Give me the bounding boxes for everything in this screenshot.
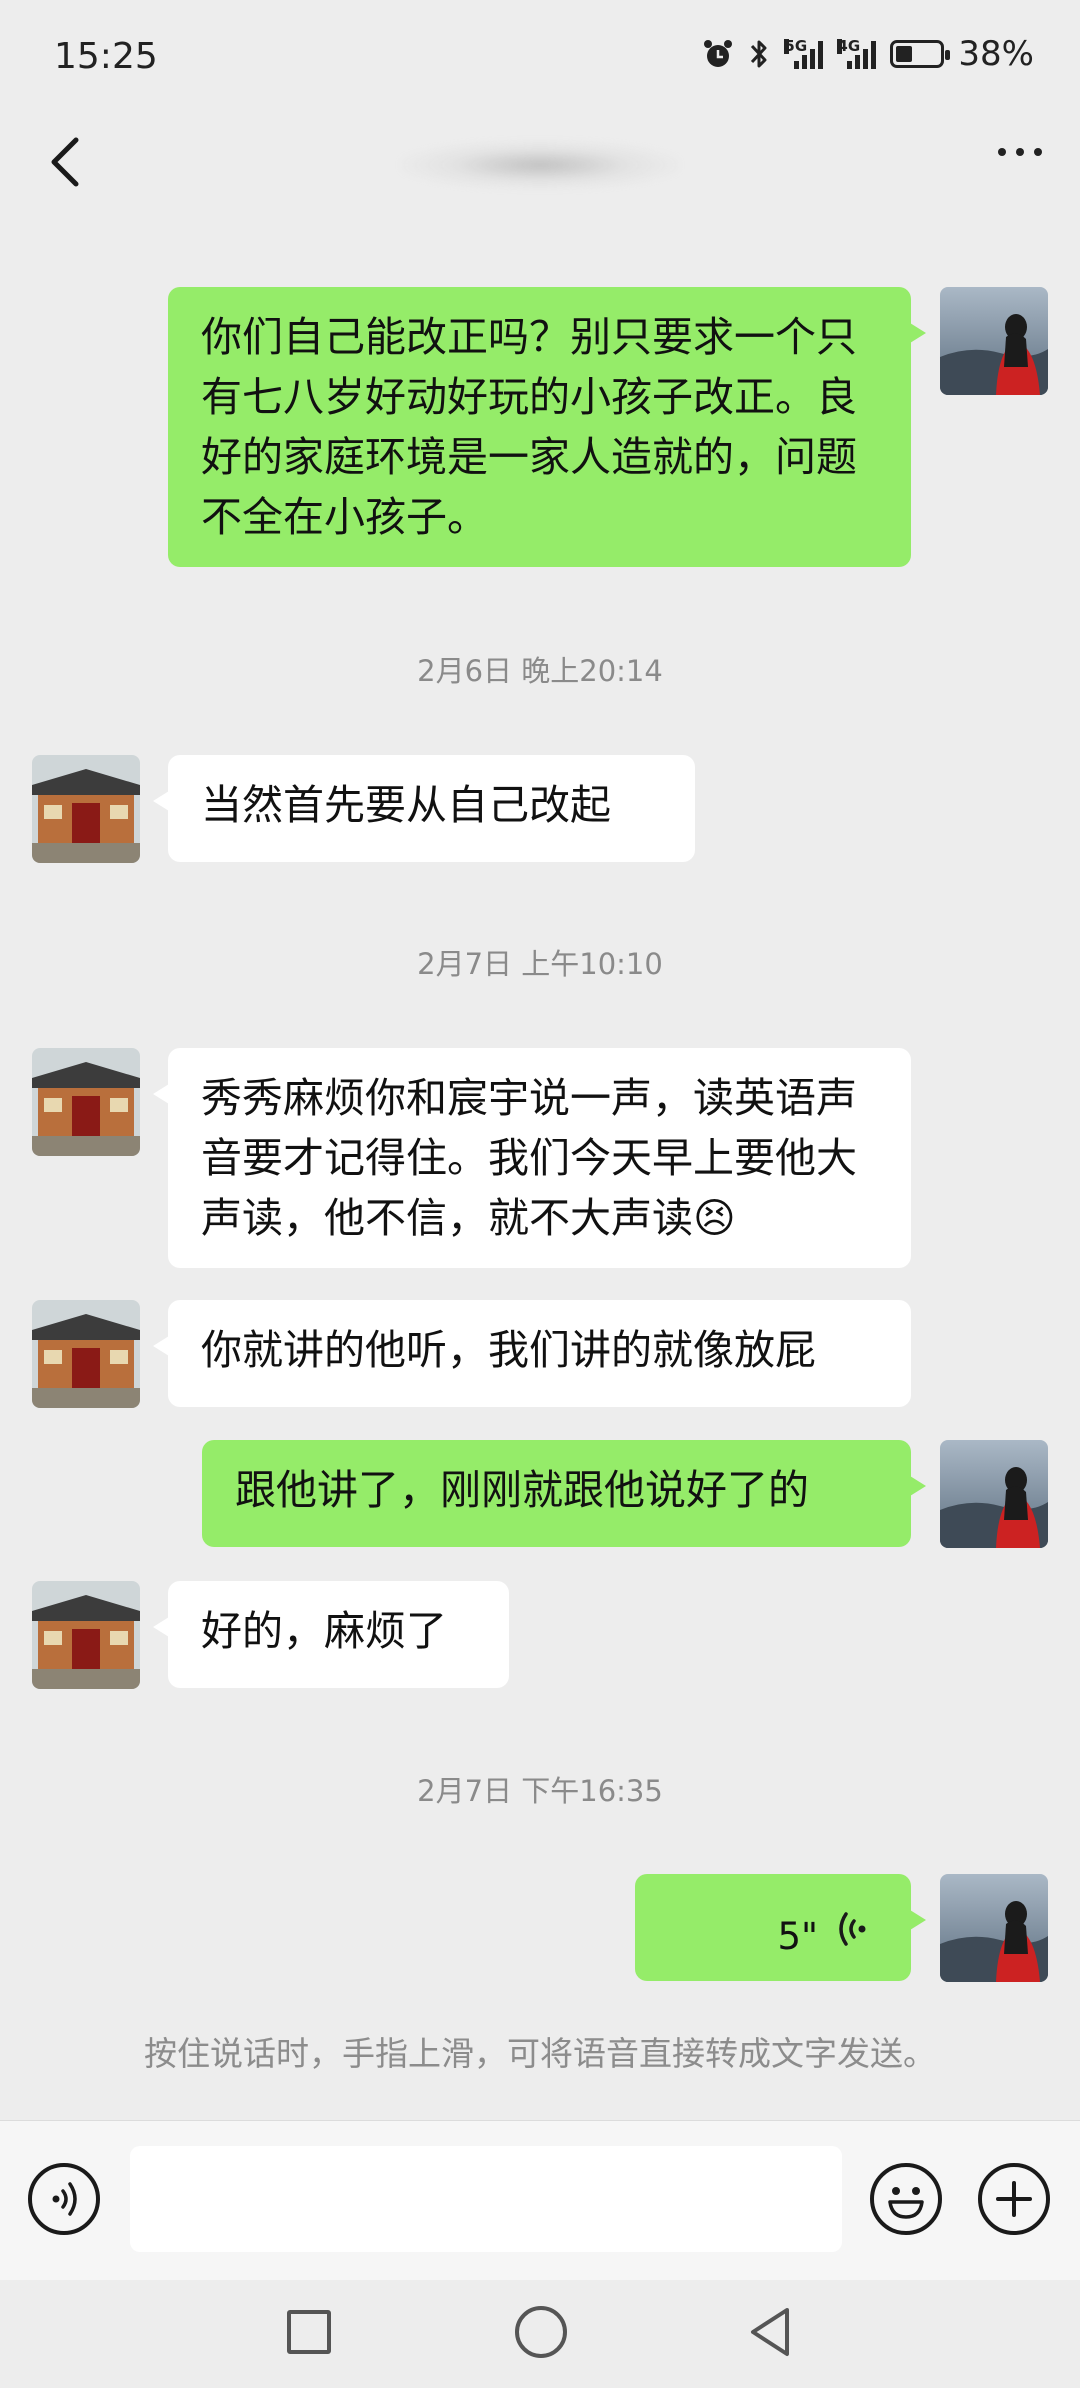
contact-avatar[interactable] xyxy=(32,1300,140,1408)
voice-message-bubble[interactable]: 5" xyxy=(635,1874,926,1981)
message-bubble-other[interactable]: 当然首先要从自己改起 xyxy=(153,755,695,862)
message-text: 秀秀麻烦你和宸宇说一声，读英语声音要才记得住。我们今天早上要他大声读，他不信，就… xyxy=(201,1074,857,1242)
chevron-left-icon[interactable] xyxy=(40,132,90,192)
voice-hint-text: 按住说话时，手指上滑，可将语音直接转成文字发送。 xyxy=(144,2034,936,2073)
signal-icon-4g: 4G xyxy=(837,37,877,69)
input-bar xyxy=(0,2120,1080,2281)
my-avatar[interactable] xyxy=(940,1874,1048,1982)
more-dots-icon[interactable] xyxy=(998,148,1042,156)
status-time: 15:25 xyxy=(54,36,158,77)
chat-header xyxy=(0,110,1080,215)
chat-messages[interactable]: 你们自己能改正吗？别只要求一个只有七八岁好动好玩的小孩子改正。良好的家庭环境是一… xyxy=(0,215,1080,2115)
message-bubble-other[interactable]: 好的，麻烦了 xyxy=(153,1581,509,1688)
battery-icon xyxy=(890,40,951,68)
home-icon[interactable] xyxy=(515,2306,567,2358)
system-nav-bar xyxy=(0,2280,1080,2388)
alarm-icon xyxy=(704,40,733,67)
message-timestamp: 2月6日 晚上20:14 xyxy=(417,654,663,688)
voice-duration: 5" xyxy=(777,1915,818,1958)
message-bubble-me[interactable]: 跟他讲了，刚刚就跟他说好了的 xyxy=(202,1440,926,1547)
message-bubble-other[interactable]: 你就讲的他听，我们讲的就像放屁 xyxy=(153,1300,911,1407)
message-bubble-other[interactable]: 秀秀麻烦你和宸宇说一声，读英语声音要才记得住。我们今天早上要他大声读，他不信，就… xyxy=(153,1048,911,1268)
message-timestamp: 2月7日 下午16:35 xyxy=(417,1774,663,1808)
voice-mode-icon[interactable] xyxy=(28,2163,100,2235)
message-text: 好的，麻烦了 xyxy=(201,1607,447,1655)
signal-icon-5g: 5G xyxy=(784,37,824,69)
message-timestamp: 2月7日 上午10:10 xyxy=(417,947,663,981)
message-input[interactable] xyxy=(130,2146,842,2252)
status-bar: 15:25 5G 4G 38% xyxy=(0,0,1080,110)
message-text: 当然首先要从自己改起 xyxy=(201,781,611,829)
back-triangle-icon[interactable] xyxy=(745,2304,795,2360)
status-icons: 5G 4G 38% xyxy=(702,34,1034,74)
signal-5g-label: 5G xyxy=(784,37,808,55)
voice-wave-icon xyxy=(839,1912,866,1946)
contact-avatar[interactable] xyxy=(32,1048,140,1156)
contact-name xyxy=(400,140,680,190)
my-avatar[interactable] xyxy=(940,287,1048,395)
battery-percent: 38% xyxy=(958,34,1034,74)
message-text: 跟他讲了，刚刚就跟他说好了的 xyxy=(235,1466,809,1514)
plus-icon[interactable] xyxy=(978,2163,1050,2235)
contact-avatar[interactable] xyxy=(32,1581,140,1689)
message-bubble-me[interactable]: 你们自己能改正吗？别只要求一个只有七八岁好动好玩的小孩子改正。良好的家庭环境是一… xyxy=(168,287,926,567)
bluetooth-icon xyxy=(751,40,767,68)
recent-apps-icon[interactable] xyxy=(287,2310,331,2354)
message-text: 你就讲的他听，我们讲的就像放屁 xyxy=(201,1326,816,1374)
signal-4g-label: 4G xyxy=(837,37,861,55)
contact-avatar[interactable] xyxy=(32,755,140,863)
emoji-icon[interactable] xyxy=(870,2163,942,2235)
my-avatar[interactable] xyxy=(940,1440,1048,1548)
message-text: 你们自己能改正吗？别只要求一个只有七八岁好动好玩的小孩子改正。良好的家庭环境是一… xyxy=(201,313,857,541)
